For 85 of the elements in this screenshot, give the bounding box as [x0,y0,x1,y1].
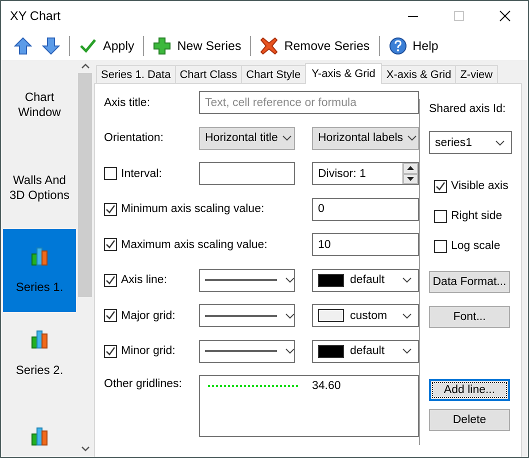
tab[interactable]: Y-axis & Grid [304,63,382,84]
text-field[interactable]: Text, cell reference or formula [199,91,419,114]
checkbox[interactable] [104,344,117,358]
scroll-down-icon[interactable] [80,446,90,452]
checkbox[interactable] [104,274,117,286]
chevron-down-icon [495,140,505,146]
close-icon[interactable] [499,10,511,22]
arrow-down-icon [42,36,60,54]
chevron-down-icon [402,312,412,318]
checkbox[interactable] [434,180,447,192]
triangle-down-icon [407,176,414,181]
button[interactable]: Delete [429,409,510,431]
checkbox[interactable] [104,238,117,251]
checkbox[interactable] [104,167,117,180]
checkbox-label: Minimum axis scaling value: [121,203,264,215]
tab[interactable]: Chart Style [241,65,306,83]
checkmark-icon [79,36,97,54]
chevron-down-icon [285,348,295,354]
button[interactable]: Font... [429,306,510,328]
color-dropdown[interactable]: default [312,340,419,362]
bar-chart-icon [31,330,48,348]
checkbox-label: Visible axis [451,180,508,192]
toolbar-button[interactable]: Help [386,34,440,58]
toolbar-button[interactable]: Remove Series [258,34,372,58]
checkbox-label: Right side [451,210,502,222]
checkbox[interactable] [104,202,117,216]
tab[interactable]: Z-view [455,65,498,83]
text-field[interactable]: 0 [312,198,419,220]
scrollbar[interactable] [78,63,92,452]
checkbox[interactable] [104,309,117,322]
tab[interactable]: Series 1. Data [96,65,176,83]
field-label: Axis title: [104,96,150,108]
cross-icon [260,36,278,54]
gridline-value: 34.60 [312,380,341,392]
field-label: Shared axis Id: [429,102,506,114]
line-style-dropdown[interactable] [199,268,295,292]
sidebar-item[interactable]: Series 1. [3,229,76,312]
spin-down-button[interactable] [403,174,418,184]
scrollbar-thumb[interactable] [78,73,92,297]
spin-field[interactable]: Divisor: 1 [312,162,419,185]
text-field[interactable]: 10 [312,233,419,256]
sidebar-item[interactable]: Walls And 3D Options [3,146,76,229]
toolbar-button[interactable]: Apply [77,34,136,58]
line-style-dropdown[interactable] [199,340,295,362]
toolbar-button[interactable]: New Series [151,34,244,58]
sidebar-item[interactable]: Chart Window [3,63,76,146]
chevron-down-icon [285,312,295,318]
field-label: Orientation: [104,132,164,144]
checkbox-label: Axis line: [121,274,168,286]
checkbox-label: Minor grid: [121,345,176,357]
chevron-down-icon [285,277,295,283]
dropdown[interactable]: Horizontal title [199,126,295,150]
color-dropdown[interactable]: custom [312,304,419,327]
solid-line-icon [205,278,277,282]
chevron-down-icon [402,348,412,354]
checkbox-label: Log scale [451,240,500,252]
line-style-dropdown[interactable] [199,304,295,327]
solid-line-icon [205,314,277,318]
plus-icon [153,36,172,54]
triangle-up-icon [407,166,414,170]
scroll-up-icon[interactable] [80,63,90,69]
window-title: XY Chart [10,9,62,23]
color-dropdown[interactable]: default [312,268,419,292]
sidebar-item[interactable]: Series 2. [3,312,76,395]
dropdown[interactable]: Horizontal labels [312,126,419,150]
chevron-down-icon [407,135,418,141]
checkbox-label: Maximum axis scaling value: [121,238,268,250]
text-field[interactable] [199,162,295,185]
spin-up-button[interactable] [403,163,418,174]
checkbox-label: Interval: [121,168,162,180]
chevron-down-icon [402,277,412,283]
checkbox[interactable] [434,240,447,252]
dropdown[interactable]: series1 [429,131,512,154]
bar-chart-icon [31,246,48,266]
checkbox-label: Major grid: [121,310,176,322]
button[interactable]: Data Format... [429,271,510,293]
button[interactable]: Add line... [429,379,510,401]
gridlines-list[interactable]: 34.60 [199,375,419,437]
bar-chart-icon [31,427,48,446]
arrow-up-icon [14,36,32,54]
chevron-down-icon [282,135,292,141]
solid-line-icon [205,349,277,353]
field-label: Other gridlines: [104,378,182,390]
checkbox[interactable] [434,210,447,222]
help-icon [388,36,407,54]
